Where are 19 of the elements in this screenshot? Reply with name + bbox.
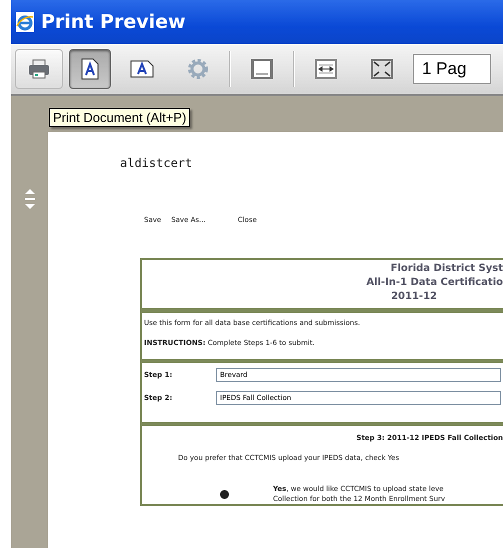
document-name: aldistcert	[120, 156, 192, 170]
form-title: 2011-12	[390, 290, 438, 304]
portrait-button[interactable]	[69, 49, 111, 89]
gear-icon	[187, 58, 209, 80]
page-view-dropdown[interactable]: 1 Pag	[413, 54, 491, 84]
print-button[interactable]	[15, 49, 63, 89]
landscape-page-icon	[130, 60, 154, 78]
tooltip: Print Document (Alt+P)	[49, 108, 190, 127]
fit-width-icon	[314, 58, 338, 80]
printer-icon	[28, 59, 50, 79]
page-header-icon	[250, 58, 274, 80]
radio-button[interactable]	[220, 490, 229, 498]
form-title: Florida District Syst	[390, 262, 503, 276]
portrait-page-icon	[81, 58, 99, 80]
form-title: All-In-1 Data Certificatio	[365, 276, 503, 290]
window-title: Print Preview	[41, 11, 186, 33]
up-down-arrows-icon[interactable]	[24, 188, 36, 210]
browser-logo-icon	[15, 11, 35, 33]
fit-page-icon	[370, 58, 394, 80]
